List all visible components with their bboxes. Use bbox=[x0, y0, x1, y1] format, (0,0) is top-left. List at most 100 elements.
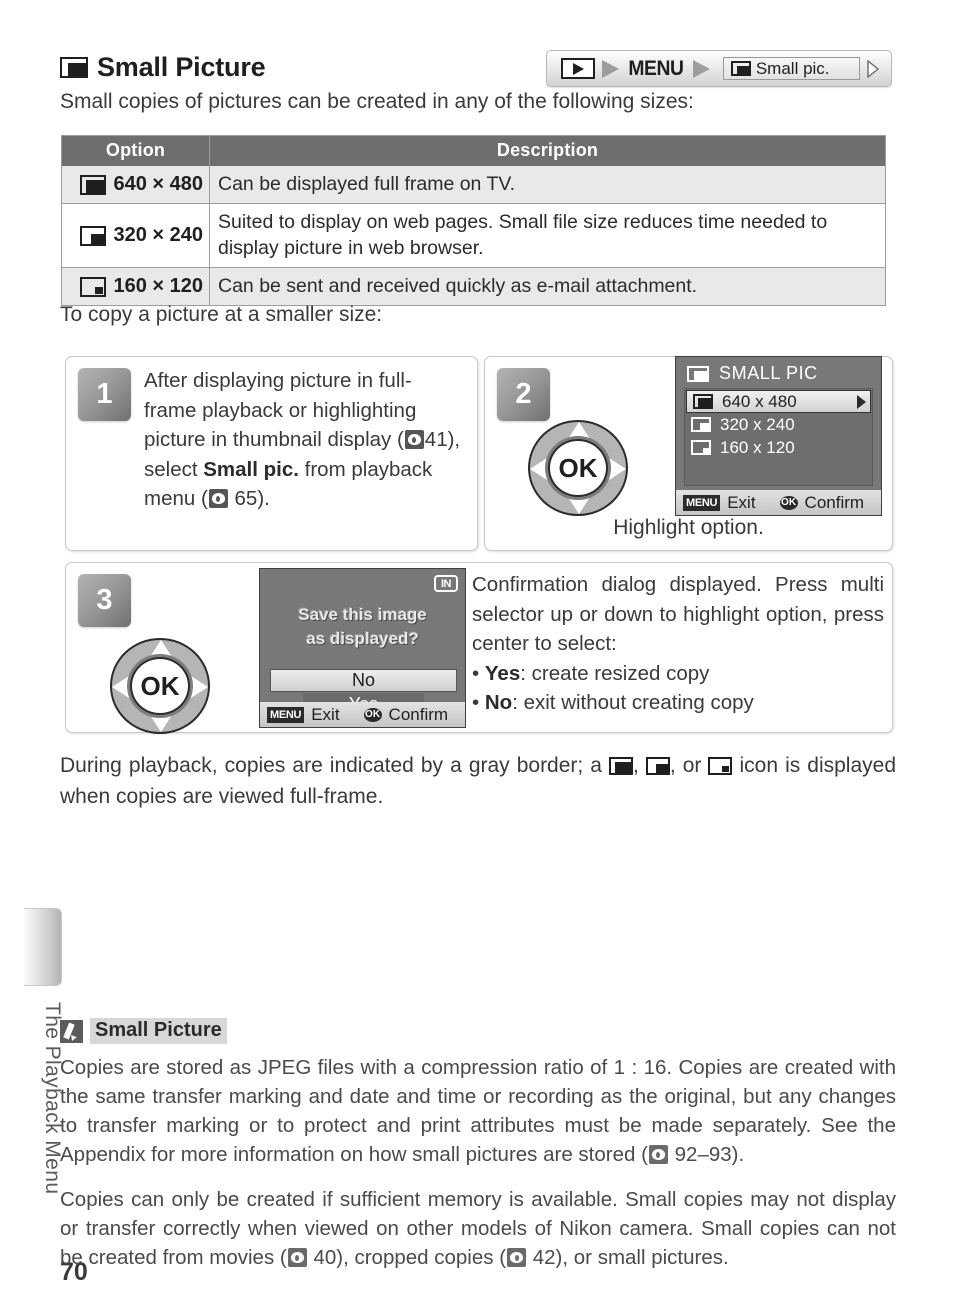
bullet-no-label: No bbox=[484, 691, 513, 714]
after-part2: , bbox=[633, 754, 646, 777]
selector-left-arrow[interactable] bbox=[112, 676, 129, 698]
selector-ok-button[interactable]: OK bbox=[130, 657, 190, 715]
lcd-footer: MENU Exit OK Confirm bbox=[676, 490, 881, 515]
after-steps-text: During playback, copies are indicated by… bbox=[60, 750, 896, 812]
chevron-right-icon bbox=[857, 395, 866, 409]
selector-up-arrow[interactable] bbox=[568, 422, 590, 439]
lcd-option-640[interactable]: 640 x 480 bbox=[686, 390, 871, 413]
ok-action-label: Confirm bbox=[388, 704, 449, 724]
page-reference-icon bbox=[287, 1248, 307, 1267]
note-p2-b: ), cropped copies ( bbox=[336, 1246, 507, 1269]
pencil-icon bbox=[60, 1019, 83, 1043]
table-row: 640 × 480 Can be displayed full frame on… bbox=[62, 166, 885, 203]
size-160-icon bbox=[691, 440, 711, 455]
selector-up-arrow[interactable] bbox=[150, 640, 172, 657]
selector-right-arrow[interactable] bbox=[609, 458, 626, 480]
step1-part1: After displaying picture in full-frame p… bbox=[144, 369, 417, 451]
lcd-title-row: SMALL PIC bbox=[676, 357, 881, 386]
size-320-icon bbox=[691, 417, 711, 432]
note-paragraph-2: Copies can only be created if sufficient… bbox=[60, 1185, 896, 1272]
playback-mode-icon bbox=[561, 58, 595, 79]
ok-key-icon: OK bbox=[779, 495, 798, 510]
small-picture-icon bbox=[730, 61, 751, 76]
cell-description: Can be sent and received quickly as e-ma… bbox=[218, 275, 698, 297]
step-number-badge: 3 bbox=[78, 574, 131, 627]
note-p1-ref: 92–93 bbox=[674, 1143, 732, 1166]
step-2-caption: Highlight option. bbox=[613, 516, 764, 539]
step-1-box: 1 After displaying picture in full-frame… bbox=[65, 356, 478, 551]
cell-option: 640 × 480 bbox=[62, 166, 210, 203]
breadcrumb-field-label: Small pic. bbox=[755, 58, 830, 78]
bullet-yes-text: : create resized copy bbox=[520, 661, 710, 685]
options-table: Option Description 640 × 480 Can be disp… bbox=[61, 135, 886, 306]
step3-part1: Confirmation dialog displayed. Press mul… bbox=[472, 573, 884, 655]
step1-bold1: Small pic. bbox=[203, 457, 299, 481]
step1-part4: ). bbox=[257, 487, 270, 510]
option-label: 160 × 120 bbox=[113, 275, 203, 297]
arrow-right-icon bbox=[692, 59, 710, 78]
step-number-badge: 1 bbox=[78, 368, 131, 421]
multi-selector-control[interactable]: OK bbox=[522, 420, 634, 516]
chevron-right-icon bbox=[866, 59, 879, 78]
dialog-option-no[interactable]: No bbox=[270, 669, 457, 692]
note-header: Small Picture bbox=[60, 1018, 896, 1044]
lcd-option-label: 160 x 120 bbox=[720, 437, 795, 457]
cell-option: 160 × 120 bbox=[62, 268, 210, 305]
size-320-icon bbox=[80, 225, 107, 246]
table-row: 160 × 120 Can be sent and received quick… bbox=[62, 267, 885, 305]
page-title: Small Picture bbox=[97, 52, 266, 82]
bullet-yes-label: Yes bbox=[484, 661, 521, 685]
note-title: Small Picture bbox=[90, 1018, 227, 1044]
dialog-message: Save this image as displayed? bbox=[260, 603, 465, 651]
lcd-option-320[interactable]: 320 x 240 bbox=[685, 413, 872, 436]
cell-description: Suited to display on web pages. Small fi… bbox=[218, 211, 828, 259]
selector-ok-button[interactable]: OK bbox=[548, 439, 608, 497]
selector-down-arrow[interactable] bbox=[568, 497, 590, 514]
cell-description: Can be displayed full frame on TV. bbox=[218, 173, 516, 195]
table-header-row: Option Description bbox=[62, 136, 885, 166]
page-reference-icon bbox=[404, 430, 424, 449]
option-label: 320 × 240 bbox=[113, 224, 203, 246]
step-1-text: After displaying picture in full-frame p… bbox=[144, 366, 464, 514]
note-paragraph-1: Copies are stored as JPEG files with a c… bbox=[60, 1053, 896, 1169]
breadcrumb: MENU Small pic. bbox=[546, 50, 892, 87]
option-label: 640 × 480 bbox=[113, 173, 203, 195]
note-p2-c: ), or small pictures. bbox=[555, 1246, 729, 1269]
small-picture-icon bbox=[60, 57, 88, 78]
manual-page: The Playback Menu 70 Small Picture MENU … bbox=[0, 0, 954, 1314]
note-p2-ref2: 42 bbox=[532, 1246, 556, 1269]
note-section: Small Picture Copies are stored as JPEG … bbox=[60, 1018, 896, 1272]
lcd-option-160[interactable]: 160 x 120 bbox=[685, 436, 872, 459]
note-p2-ref1: 40 bbox=[313, 1246, 337, 1269]
dialog-message-line1: Save this image bbox=[298, 605, 427, 624]
size-640-icon bbox=[80, 174, 107, 195]
size-640-icon bbox=[693, 394, 713, 409]
after-part3: , or bbox=[669, 754, 709, 777]
chapter-tab bbox=[24, 908, 62, 986]
step-3-text: Confirmation dialog displayed. Press mul… bbox=[472, 570, 884, 718]
note-p1-b: ). bbox=[731, 1143, 745, 1166]
step1-ref2: 65 bbox=[234, 487, 258, 510]
selector-left-arrow[interactable] bbox=[530, 458, 547, 480]
size-320-icon bbox=[645, 757, 670, 775]
ok-key-icon: OK bbox=[363, 707, 382, 722]
cell-option: 320 × 240 bbox=[62, 204, 210, 267]
note-body: Copies are stored as JPEG files with a c… bbox=[60, 1053, 896, 1272]
selector-right-arrow[interactable] bbox=[191, 676, 208, 698]
menu-action-label: Exit bbox=[311, 704, 340, 724]
dialog-message-line2: as displayed? bbox=[306, 629, 419, 648]
selector-down-arrow[interactable] bbox=[150, 715, 172, 732]
size-160-icon bbox=[708, 757, 733, 775]
ok-action-label: Confirm bbox=[804, 492, 865, 512]
intro-text: Small copies of pictures can be created … bbox=[60, 90, 694, 113]
lcd-small-pic-menu: SMALL PIC 640 x 480 320 x 240 160 x 120 … bbox=[675, 356, 882, 516]
page-reference-icon bbox=[208, 489, 228, 508]
step-3-bullets: • Yes: create resized copy • No: exit wi… bbox=[472, 661, 754, 715]
internal-memory-badge: IN bbox=[434, 575, 458, 592]
note-p1-a: Copies are stored as JPEG files with a c… bbox=[60, 1056, 896, 1166]
lcd-option-label: 640 x 480 bbox=[722, 391, 797, 411]
size-640-icon bbox=[609, 757, 633, 775]
multi-selector-control[interactable]: OK bbox=[104, 638, 216, 734]
table-row: 320 × 240 Suited to display on web pages… bbox=[62, 203, 885, 267]
menu-action-label: Exit bbox=[727, 492, 756, 512]
